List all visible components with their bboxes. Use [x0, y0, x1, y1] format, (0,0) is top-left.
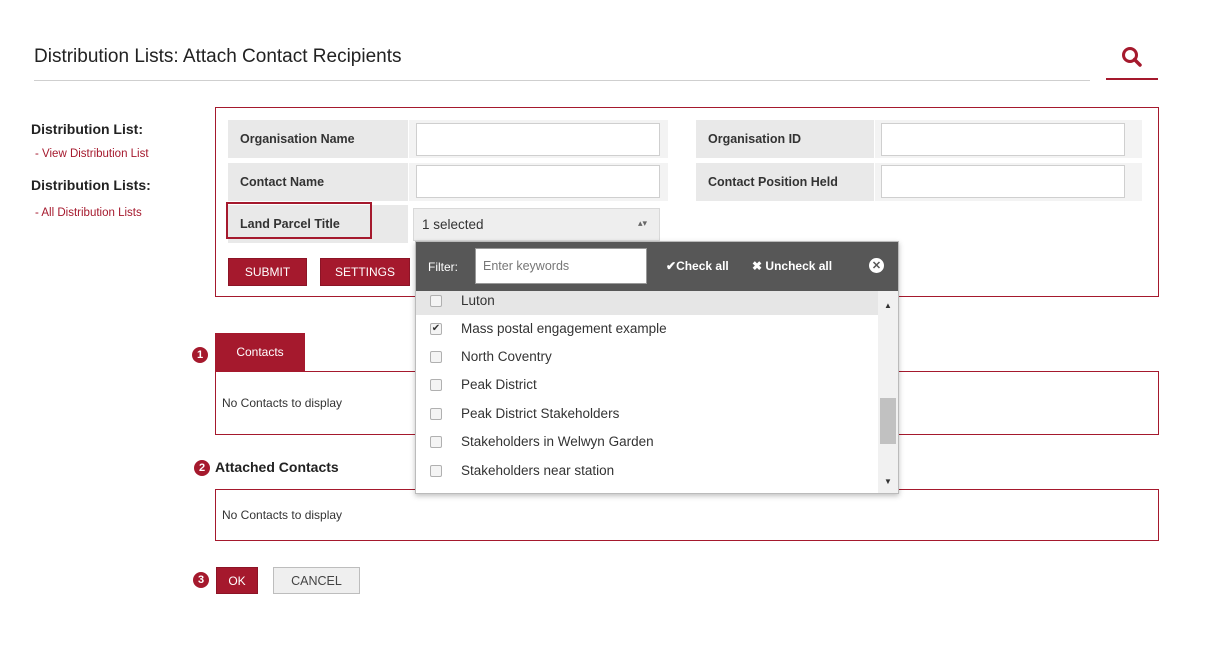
organisation-name-input[interactable]	[416, 123, 660, 156]
dropdown-option-list: Luton ✔ Mass postal engagement example N…	[416, 291, 878, 494]
settings-button[interactable]: SETTINGS	[320, 258, 410, 286]
search-button[interactable]	[1106, 40, 1158, 80]
contacts-empty-text: No Contacts to display	[222, 396, 343, 410]
organisation-id-input[interactable]	[881, 123, 1125, 156]
check-all-button[interactable]: ✔Check all	[666, 259, 729, 273]
all-distribution-lists-link[interactable]: - All Distribution Lists	[35, 207, 142, 219]
dropdown-close-icon[interactable]: ✕	[869, 258, 884, 273]
list-item-label: Stakeholders in Welwyn Garden	[461, 434, 654, 449]
list-item-label: Peak District	[461, 377, 537, 392]
select-arrows-icon: ▴▾	[637, 218, 647, 228]
search-icon	[1122, 47, 1142, 67]
tab-contacts[interactable]: Contacts	[215, 333, 305, 371]
view-distribution-list-link[interactable]: - View Distribution List	[35, 148, 149, 160]
land-parcel-dropdown: Filter: Enter keywords ✔Check all ✖ Unch…	[415, 241, 899, 494]
submit-button[interactable]: SUBMIT	[228, 258, 307, 286]
cancel-button[interactable]: CANCEL	[273, 567, 360, 594]
scrollbar-thumb[interactable]	[880, 398, 896, 444]
land-parcel-selected-value: 1 selected	[422, 217, 484, 232]
scroll-up-arrow-icon[interactable]: ▲	[884, 301, 892, 310]
attached-contacts-title: Attached Contacts	[215, 459, 339, 475]
contact-position-label: Contact Position Held	[696, 163, 874, 201]
list-item[interactable]: Stakeholders near station	[416, 457, 878, 485]
list-item-label: Luton	[461, 293, 495, 308]
dropdown-filter-label: Filter:	[428, 260, 458, 274]
page-title: Distribution Lists: Attach Contact Recip…	[34, 46, 402, 67]
uncheck-all-button[interactable]: ✖ Uncheck all	[752, 259, 832, 273]
list-item[interactable]: Stakeholders in Welwyn Garden	[416, 428, 878, 456]
checkbox-checked[interactable]: ✔	[430, 323, 442, 335]
dropdown-header: Filter: Enter keywords ✔Check all ✖ Unch…	[416, 242, 898, 291]
uncheck-all-label: Uncheck all	[765, 259, 833, 273]
checkbox[interactable]	[430, 436, 442, 448]
list-item[interactable]: Peak District Stakeholders	[416, 400, 878, 428]
step-badge-2: 2	[194, 460, 210, 476]
checkbox[interactable]	[430, 493, 442, 494]
nav-heading-distribution-list: Distribution List:	[31, 121, 143, 137]
nav-heading-distribution-lists: Distribution Lists:	[31, 177, 151, 193]
list-item[interactable]: Luton	[416, 291, 878, 315]
contact-name-input[interactable]	[416, 165, 660, 198]
organisation-id-label: Organisation ID	[696, 120, 874, 158]
checkbox[interactable]	[430, 408, 442, 420]
check-all-label: Check all	[676, 259, 729, 273]
scroll-down-arrow-icon[interactable]: ▼	[884, 477, 892, 486]
cross-icon: ✖	[752, 259, 763, 273]
land-parcel-select[interactable]: 1 selected ▴▾	[413, 208, 660, 241]
contact-name-label: Contact Name	[228, 163, 408, 201]
checkbox[interactable]	[430, 465, 442, 477]
attached-empty-text: No Contacts to display	[222, 508, 343, 522]
title-divider	[34, 80, 1090, 81]
list-item-label: North Coventry	[461, 349, 552, 364]
dropdown-filter-placeholder: Enter keywords	[483, 259, 570, 273]
list-item-label: Mass postal engagement example	[461, 321, 667, 336]
dropdown-scrollbar[interactable]: ▲ ▼	[878, 291, 898, 493]
step-badge-3: 3	[193, 572, 209, 588]
attached-contacts-box: No Contacts to display	[215, 489, 1159, 541]
contact-position-input[interactable]	[881, 165, 1125, 198]
list-item-label: Stakeholders near station	[461, 463, 615, 478]
organisation-name-label: Organisation Name	[228, 120, 408, 158]
step-badge-1: 1	[192, 347, 208, 363]
list-item-partial[interactable]	[416, 485, 878, 494]
land-parcel-highlight	[226, 202, 372, 239]
dropdown-filter-input[interactable]: Enter keywords	[475, 248, 647, 284]
list-item[interactable]: ✔ Mass postal engagement example	[416, 315, 878, 343]
list-item[interactable]: Peak District	[416, 371, 878, 399]
checkbox[interactable]	[430, 295, 442, 307]
list-item-label: Peak District Stakeholders	[461, 406, 620, 421]
ok-button[interactable]: OK	[216, 567, 258, 594]
checkbox[interactable]	[430, 379, 442, 391]
checkmark-icon: ✔	[666, 259, 677, 273]
checkbox[interactable]	[430, 351, 442, 363]
list-item[interactable]: North Coventry	[416, 343, 878, 371]
